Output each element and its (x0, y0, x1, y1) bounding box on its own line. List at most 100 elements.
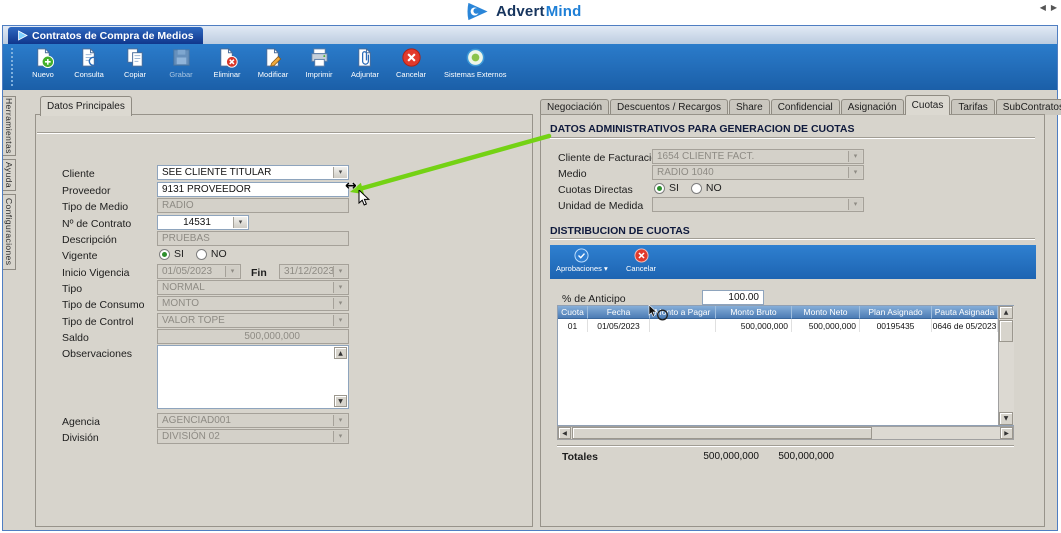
tab-scroll-right-icon[interactable]: ▶ (1051, 3, 1057, 12)
tab-negociacion[interactable]: Negociación (540, 99, 610, 115)
sistemas-externos-button[interactable]: Sistemas Externos (440, 44, 511, 90)
tipo-consumo-label: Tipo de Consumo (62, 299, 145, 311)
sidebar-tab-ayuda[interactable]: Ayuda (3, 159, 16, 191)
saldo-value: 500,000,000 (244, 331, 300, 342)
aprobaciones-button[interactable]: Aprobaciones ▾ (552, 245, 612, 274)
dist-toolbar: Aprobaciones ▾ Cancelar (550, 245, 1036, 279)
sidebar-tab-herramientas[interactable]: Herramientas (3, 96, 16, 156)
chevron-down-icon: ▾ (333, 298, 347, 309)
descripcion-label: Descripción (62, 234, 117, 246)
tab-cuotas[interactable]: Cuotas (904, 95, 951, 115)
copiar-label: Copiar (123, 70, 147, 79)
table-row[interactable]: 01 01/05/2023 500,000,000 500,000,000 00… (558, 319, 998, 332)
column-header-plan-asignado[interactable]: Plan Asignado (860, 306, 932, 319)
eliminar-label: Eliminar (213, 70, 241, 79)
chevron-down-icon: ▾ (848, 167, 862, 178)
grid-scroll-left-button[interactable]: ◀ (558, 427, 571, 439)
contrato-combobox[interactable]: 14531 ▾ (157, 215, 249, 230)
vigente-si-label: SI (174, 248, 184, 260)
chevron-down-icon: ▾ (848, 199, 862, 210)
anticipo-value: 100.00 (728, 292, 759, 303)
tipo-medio-label: Tipo de Medio (62, 201, 129, 213)
dist-cancelar-button[interactable]: Cancelar (622, 245, 660, 274)
window-title-row: Contratos de Compra de Medios (3, 26, 1057, 44)
contrato-label: Nº de Contrato (62, 218, 132, 230)
tab-subcontratos[interactable]: SubContratos (995, 99, 1061, 115)
proveedor-input[interactable]: 9131 PROVEEDOR (157, 182, 349, 197)
sidebar-tab-configuraciones[interactable]: Configuraciones (3, 194, 16, 270)
tipo-control-value: VALOR TOPE (162, 315, 225, 326)
observaciones-scroll-down-icon[interactable]: ▼ (334, 395, 347, 407)
grid-cursor-icon (648, 305, 668, 321)
sistemas-externos-label: Sistemas Externos (444, 70, 507, 79)
column-header-monto-bruto[interactable]: Monto Bruto (716, 306, 792, 319)
aprobaciones-label: Aprobaciones (556, 264, 602, 273)
cliente-combobox[interactable]: SEE CLIENTE TITULAR ▾ (157, 165, 349, 180)
grid-scroll-up-button[interactable]: ▲ (999, 306, 1013, 319)
grid-vscroll-thumb[interactable] (999, 320, 1013, 342)
copiar-button[interactable]: Copiar (112, 44, 158, 90)
chevron-down-icon[interactable]: ▾ (233, 217, 247, 228)
imprimir-button[interactable]: Imprimir (296, 44, 342, 90)
tab-tarifas[interactable]: Tarifas (951, 99, 995, 115)
adjuntar-label: Adjuntar (351, 70, 379, 79)
cuotas-directas-no-radio[interactable] (690, 182, 702, 194)
medio-combobox: RADIO 1040 ▾ (652, 165, 864, 180)
brand-logo: Advert Mind (465, 1, 582, 22)
grid-header-row: Cuota Fecha Monto a Pagar Monto Bruto Mo… (558, 306, 998, 319)
vigente-no-radio[interactable] (195, 248, 207, 260)
cuotas-directas-no-label: NO (705, 182, 722, 194)
tab-datos-principales[interactable]: Datos Principales (40, 96, 132, 116)
window-title-tab[interactable]: Contratos de Compra de Medios (8, 27, 203, 44)
saldo-input: 500,000,000 (157, 329, 349, 344)
fin-combobox: 31/12/2023 ▾ (279, 264, 349, 279)
agencia-value: AGENCIAD001 (162, 415, 231, 426)
nuevo-button[interactable]: Nuevo (20, 44, 66, 90)
tab-confidencial[interactable]: Confidencial (770, 99, 840, 115)
column-header-fecha[interactable]: Fecha (588, 306, 650, 319)
tipo-combobox: NORMAL ▾ (157, 280, 349, 295)
cuotas-directas-si-label: SI (669, 182, 679, 194)
printer-icon (310, 48, 328, 67)
ayuda-label: Ayuda (4, 162, 14, 188)
grid-hscroll-thumb[interactable] (572, 427, 872, 439)
vigente-si-radio[interactable] (159, 248, 170, 260)
grid-scroll-right-button[interactable]: ▶ (1000, 427, 1013, 439)
adjuntar-button[interactable]: Adjuntar (342, 44, 388, 90)
modificar-button[interactable]: Modificar (250, 44, 296, 90)
chevron-down-icon[interactable]: ▾ (333, 167, 347, 178)
division-combobox: DIVISIÓN 02 ▾ (157, 429, 349, 444)
eliminar-button[interactable]: Eliminar (204, 44, 250, 90)
tab-descuentos-recargos[interactable]: Descuentos / Recargos (610, 99, 728, 115)
saldo-label: Saldo (62, 332, 89, 344)
column-header-pauta-asignada[interactable]: Pauta Asignada (932, 306, 998, 319)
cancel-icon (401, 48, 421, 67)
grid-scroll-down-button[interactable]: ▼ (999, 412, 1013, 425)
cancelar-button[interactable]: Cancelar (388, 44, 434, 90)
section-divider (550, 238, 1035, 239)
chevron-down-icon: ▾ (333, 431, 347, 442)
save-icon (172, 49, 190, 66)
toolbar-grip (11, 48, 16, 86)
column-header-monto-neto[interactable]: Monto Neto (792, 306, 860, 319)
anticipo-input[interactable]: 100.00 (702, 290, 764, 305)
cuotas-directas-si-radio[interactable] (654, 182, 665, 194)
admin-section-title: DATOS ADMINISTRATIVOS PARA GENERACION DE… (550, 123, 855, 135)
tab-scroll-left-icon[interactable]: ◀ (1040, 3, 1046, 12)
panel-divider (37, 132, 531, 133)
external-systems-icon (466, 48, 485, 67)
column-header-cuota[interactable]: Cuota (558, 306, 588, 319)
chevron-down-icon: ▾ (333, 415, 347, 426)
cell-pauta-asignada: 0646 de 05/2023 (932, 319, 998, 332)
chevron-down-icon: ▾ (333, 282, 347, 293)
tipo-value: NORMAL (162, 282, 205, 293)
tab-share[interactable]: Share (729, 99, 770, 115)
cliente-facturacion-value: 1654 CLIENTE FACT. (657, 151, 755, 162)
dropdown-caret-icon: ▾ (603, 264, 608, 273)
tab-asignacion[interactable]: Asignación (840, 99, 904, 115)
observaciones-scroll-up-icon[interactable]: ▲ (334, 347, 347, 359)
observaciones-textarea[interactable]: ▲ ▼ (157, 345, 349, 409)
cliente-facturacion-label: Cliente de Facturación (558, 152, 664, 164)
consulta-button[interactable]: Consulta (66, 44, 112, 90)
top-strip: Advert Mind ◀ ▶ (0, 0, 1061, 25)
